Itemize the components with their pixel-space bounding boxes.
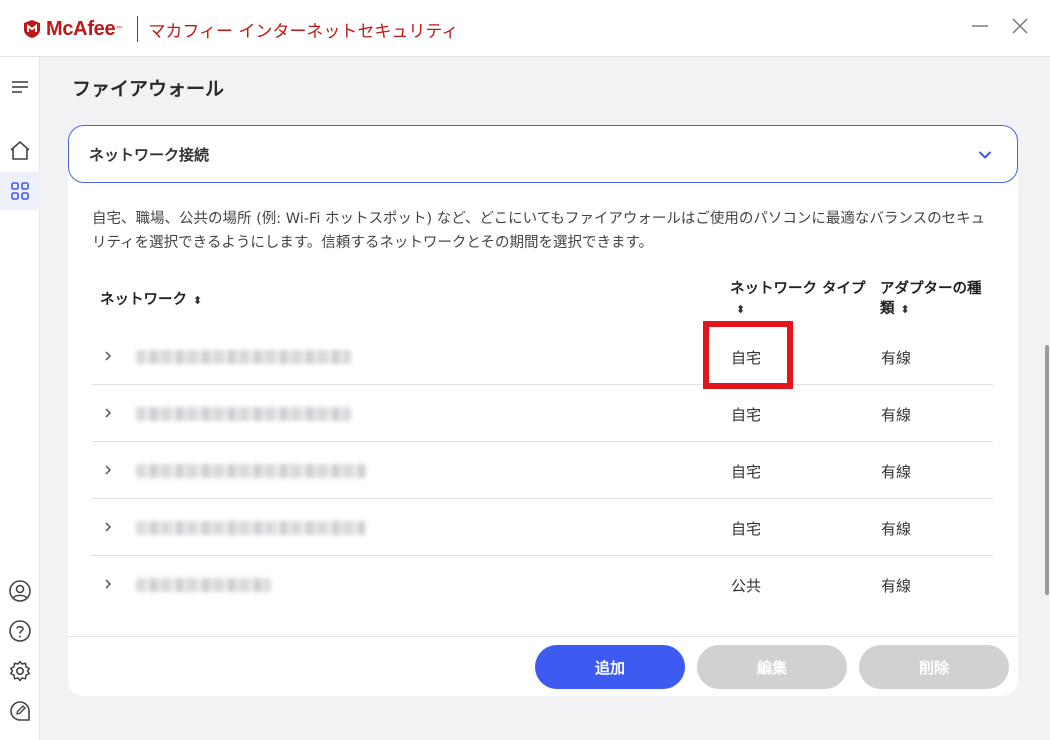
network-type: 自宅 bbox=[731, 463, 762, 481]
chevron-right-icon bbox=[105, 522, 112, 532]
network-type: 自宅 bbox=[731, 406, 762, 424]
section-description: 自宅、職場、公共の場所 (例: Wi-Fi ホットスポット) など、どこにいても… bbox=[92, 211, 986, 251]
minimize-button[interactable] bbox=[966, 12, 994, 40]
table-row[interactable]: 公共 有線 bbox=[92, 556, 993, 613]
table-row[interactable]: 自宅 有線 bbox=[92, 385, 993, 442]
chevron-right-icon bbox=[105, 351, 112, 361]
network-type: 公共 bbox=[731, 577, 762, 595]
network-name-redacted bbox=[136, 407, 351, 421]
feedback-pencil-icon bbox=[10, 701, 30, 721]
adapter-type: 有線 bbox=[881, 463, 912, 481]
adapter-type: 有線 bbox=[881, 577, 912, 595]
add-button[interactable]: 追加 bbox=[535, 645, 685, 689]
brand-trademark: ™ bbox=[115, 24, 124, 34]
column-header-adapter-type[interactable]: アダプターの種類 ⬍ bbox=[880, 279, 995, 320]
sidebar-item-help[interactable] bbox=[0, 612, 40, 650]
scrollbar[interactable] bbox=[1045, 345, 1049, 595]
table-row[interactable]: 自宅 有線 bbox=[92, 499, 993, 556]
network-name-redacted bbox=[136, 350, 351, 364]
network-connections-accordion[interactable]: ネットワーク接続 bbox=[68, 125, 1018, 183]
adapter-type: 有線 bbox=[881, 520, 912, 538]
menu-button[interactable] bbox=[0, 68, 40, 106]
network-type: 自宅 bbox=[731, 520, 762, 538]
brand-name: McAfee bbox=[46, 17, 116, 40]
edit-button[interactable]: 編集 bbox=[697, 645, 847, 689]
logo-divider bbox=[137, 16, 139, 42]
chevron-right-icon bbox=[105, 408, 112, 418]
table-row[interactable]: 自宅 有線 bbox=[92, 442, 993, 499]
column-header-network-label: ネットワーク bbox=[100, 292, 187, 308]
close-button[interactable] bbox=[1006, 12, 1034, 40]
chevron-down-icon bbox=[979, 151, 991, 159]
column-header-adapter-label: アダプターの種類 bbox=[880, 281, 982, 317]
home-icon bbox=[10, 141, 30, 160]
hamburger-menu-icon bbox=[12, 81, 28, 93]
sidebar bbox=[0, 57, 40, 740]
product-name: マカフィー インターネットセキュリティ bbox=[148, 21, 459, 42]
chevron-right-icon bbox=[105, 579, 112, 589]
sidebar-item-apps[interactable] bbox=[0, 172, 40, 210]
sort-icon: ⬍ bbox=[193, 294, 203, 307]
column-header-network[interactable]: ネットワーク ⬍ bbox=[100, 290, 202, 311]
network-name-redacted bbox=[136, 521, 366, 535]
app-logo: McAfee ™ マカフィー インターネットセキュリティ bbox=[22, 16, 458, 42]
network-type: 自宅 bbox=[731, 349, 762, 367]
sidebar-item-account[interactable] bbox=[0, 572, 40, 610]
network-name-redacted bbox=[136, 464, 366, 478]
title-bar: McAfee ™ マカフィー インターネットセキュリティ bbox=[0, 0, 1050, 57]
adapter-type: 有線 bbox=[881, 406, 912, 424]
user-icon bbox=[9, 580, 31, 602]
network-name-redacted bbox=[136, 578, 271, 592]
grid-icon bbox=[11, 182, 29, 200]
sidebar-item-settings[interactable] bbox=[0, 652, 40, 690]
adapter-type: 有線 bbox=[881, 349, 912, 367]
help-icon bbox=[9, 620, 31, 642]
page-title: ファイアウォール bbox=[72, 78, 225, 100]
sort-icon: ⬍ bbox=[736, 303, 746, 316]
mcafee-shield-icon bbox=[24, 20, 40, 38]
column-header-type-label: ネットワーク タイプ bbox=[730, 281, 866, 297]
sidebar-item-feedback[interactable] bbox=[0, 692, 40, 730]
delete-button[interactable]: 削除 bbox=[859, 645, 1009, 689]
close-icon bbox=[1012, 18, 1028, 34]
table-row[interactable]: 自宅 有線 bbox=[92, 328, 993, 385]
footer-divider bbox=[68, 636, 1018, 637]
accordion-title: ネットワーク接続 bbox=[89, 145, 210, 164]
gear-icon bbox=[9, 660, 31, 682]
sidebar-item-home[interactable] bbox=[0, 132, 40, 170]
network-connections-card: ネットワーク接続 自宅、職場、公共の場所 (例: Wi-Fi ホットスポット) … bbox=[68, 125, 1018, 696]
minimize-icon bbox=[972, 25, 988, 27]
column-header-network-type[interactable]: ネットワーク タイプ ⬍ bbox=[730, 279, 875, 320]
chevron-right-icon bbox=[105, 465, 112, 475]
sort-icon: ⬍ bbox=[900, 303, 910, 316]
